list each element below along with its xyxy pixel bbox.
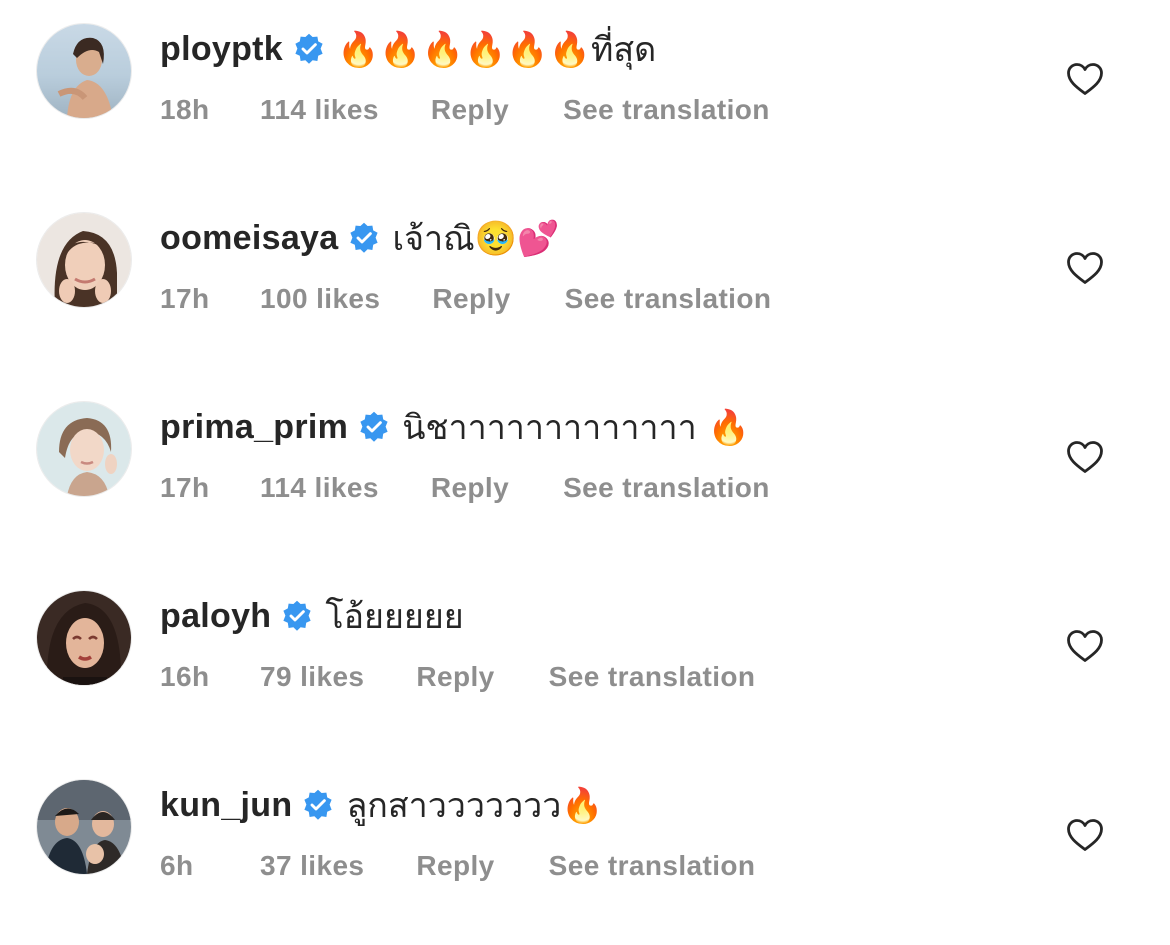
verified-badge-icon	[295, 33, 323, 64]
verified-badge-icon	[283, 600, 311, 631]
reply-button[interactable]: Reply	[416, 850, 494, 882]
verified-badge-icon	[304, 789, 333, 820]
see-translation-button[interactable]: See translation	[549, 661, 756, 693]
see-translation-button[interactable]: See translation	[563, 472, 770, 504]
heart-outline-icon[interactable]	[1066, 629, 1104, 663]
comment-username[interactable]: paloyh	[160, 597, 271, 636]
avatar[interactable]	[37, 402, 131, 496]
comment-timestamp: 17h	[160, 472, 210, 503]
verified-badge-icon	[360, 411, 388, 442]
avatar[interactable]	[37, 24, 131, 118]
comment-item: oomeisaya เจ้าณิ🥹💕 17h 100 likes Reply S…	[0, 189, 1170, 378]
comment-likes-count[interactable]: 37 likes	[260, 850, 364, 882]
comment-username[interactable]: oomeisaya	[160, 219, 338, 258]
reply-button[interactable]: Reply	[432, 283, 510, 315]
comment-text: 🔥🔥🔥🔥🔥🔥ที่สุด	[337, 30, 657, 70]
comment-text: เจ้าณิ🥹💕	[392, 219, 560, 259]
comment-likes-count[interactable]: 114 likes	[260, 94, 379, 126]
comment-username[interactable]: ployptk	[160, 30, 283, 69]
comment-timestamp: 17h	[160, 283, 210, 314]
comment-timestamp: 16h	[160, 661, 210, 692]
verified-badge-icon	[350, 222, 379, 253]
comment-text: โอ้ยยยยย	[325, 597, 464, 637]
comment-timestamp: 6h	[160, 850, 194, 881]
heart-outline-icon[interactable]	[1066, 440, 1104, 474]
avatar[interactable]	[37, 780, 131, 874]
comment-item: paloyh โอ้ยยยยย 16h 79 likes Reply See t…	[0, 567, 1170, 756]
comment-timestamp: 18h	[160, 94, 210, 125]
avatar[interactable]	[37, 213, 131, 307]
comment-item: kun_jun ลูกสาววววววว🔥 6h 37 likes Reply …	[0, 756, 1170, 945]
comment-item: ployptk 🔥🔥🔥🔥🔥🔥ที่สุด 18h 114 likes Reply…	[0, 0, 1170, 189]
reply-button[interactable]: Reply	[416, 661, 494, 693]
comment-username[interactable]: kun_jun	[160, 786, 292, 825]
heart-outline-icon[interactable]	[1066, 251, 1104, 285]
reply-button[interactable]: Reply	[431, 94, 509, 126]
avatar[interactable]	[37, 591, 131, 685]
reply-button[interactable]: Reply	[431, 472, 509, 504]
comment-likes-count[interactable]: 79 likes	[260, 661, 364, 693]
comment-text: ลูกสาววววววว🔥	[346, 786, 604, 826]
comment-likes-count[interactable]: 100 likes	[260, 283, 380, 315]
comment-item: prima_prim นิชาาาาาาาาาาาาา 🔥 17h 114 li…	[0, 378, 1170, 567]
see-translation-button[interactable]: See translation	[563, 94, 770, 126]
comment-text: นิชาาาาาาาาาาาาา 🔥	[402, 408, 750, 448]
see-translation-button[interactable]: See translation	[549, 850, 756, 882]
heart-outline-icon[interactable]	[1066, 818, 1104, 852]
comment-likes-count[interactable]: 114 likes	[260, 472, 379, 504]
heart-outline-icon[interactable]	[1066, 62, 1104, 96]
see-translation-button[interactable]: See translation	[565, 283, 772, 315]
comment-username[interactable]: prima_prim	[160, 408, 348, 447]
